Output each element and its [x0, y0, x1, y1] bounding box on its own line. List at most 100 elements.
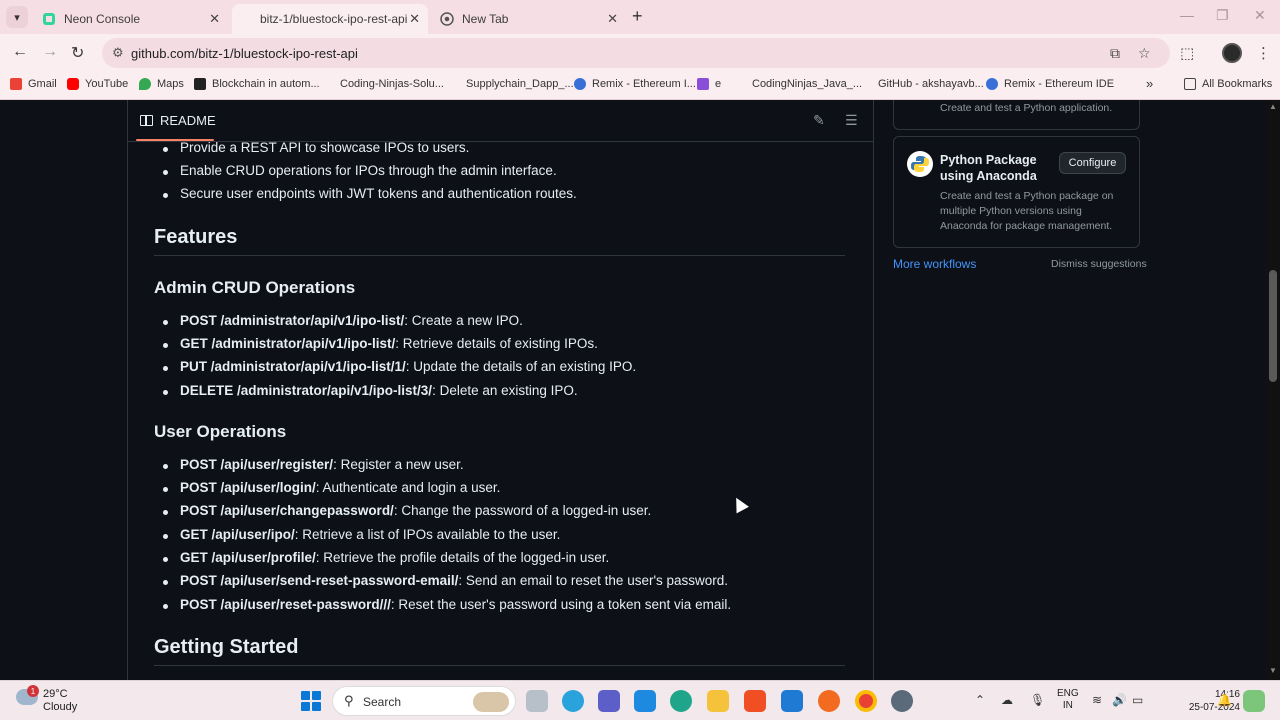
- bookmark-github[interactable]: GitHub - akshayavb...: [860, 78, 984, 90]
- profile-avatar[interactable]: [1222, 43, 1242, 63]
- extensions-icon[interactable]: ⬚: [1180, 44, 1194, 62]
- list-item: POST /api/user/login/: Authenticate and …: [162, 480, 501, 495]
- workflow-title: Python Package using Anaconda: [940, 153, 1037, 183]
- more-bookmarks-icon[interactable]: »: [1146, 76, 1153, 91]
- taskbar-search[interactable]: ⚲ Search: [332, 686, 516, 716]
- list-item: POST /api/user/reset-password///: Reset …: [162, 597, 732, 612]
- chrome-favicon-icon: [440, 12, 454, 26]
- volume-icon[interactable]: 🔊: [1112, 693, 1127, 707]
- battery-icon[interactable]: ▭: [1132, 693, 1143, 707]
- language-indicator[interactable]: ENG IN: [1057, 688, 1079, 712]
- teams-icon[interactable]: [598, 690, 620, 712]
- search-highlight-icon: [473, 692, 509, 712]
- install-app-icon[interactable]: ⧉: [1110, 45, 1120, 62]
- reload-icon[interactable]: ↻: [71, 43, 84, 63]
- settings-gear-icon[interactable]: [891, 690, 913, 712]
- maximize-icon[interactable]: ❐: [1216, 7, 1229, 24]
- readme-tab[interactable]: README: [140, 113, 216, 128]
- weather-condition[interactable]: Cloudy: [43, 701, 77, 713]
- telegram-icon[interactable]: [562, 690, 584, 712]
- chrome-icon[interactable]: [855, 690, 877, 712]
- list-item: GET /administrator/api/v1/ipo-list/: Ret…: [163, 336, 598, 351]
- bookmark-e[interactable]: e: [697, 78, 721, 90]
- close-tab-icon[interactable]: ✕: [409, 11, 420, 27]
- chevron-down-icon: ▾: [14, 11, 20, 24]
- tab-strip: ▾ Neon Console ✕ bitz-1/bluestock-ipo-re…: [0, 0, 1280, 34]
- postman-icon[interactable]: [818, 690, 840, 712]
- list-item: PUT /administrator/api/v1/ipo-list/1/: U…: [162, 359, 637, 374]
- bookmark-maps[interactable]: Maps: [139, 78, 184, 90]
- scroll-up-icon[interactable]: ▲: [1269, 102, 1277, 111]
- configure-button[interactable]: Configure: [1059, 152, 1126, 174]
- list-item: POST /api/user/send-reset-password-email…: [162, 573, 729, 588]
- python-logo-icon: [907, 151, 933, 177]
- purple-app-icon: [697, 78, 709, 90]
- close-tab-icon[interactable]: ✕: [607, 11, 618, 27]
- bookmark-youtube[interactable]: YouTube: [67, 78, 128, 90]
- youtube-icon: [67, 78, 79, 90]
- bookmark-gmail[interactable]: Gmail: [10, 78, 57, 90]
- onedrive-cloud-icon[interactable]: ☁: [1001, 693, 1013, 707]
- bookmark-coding-ninjas[interactable]: Coding-Ninjas-Solu...: [322, 78, 444, 90]
- address-bar[interactable]: ⚙ github.com/bitz-1/bluestock-ipo-rest-a…: [102, 38, 1170, 68]
- windows-start-icon[interactable]: [301, 691, 321, 711]
- all-bookmarks[interactable]: All Bookmarks: [1184, 78, 1272, 90]
- heading-divider: [154, 255, 845, 256]
- close-tab-icon[interactable]: ✕: [209, 11, 220, 27]
- search-label: Search: [363, 695, 402, 709]
- copilot-icon[interactable]: [1243, 690, 1265, 712]
- scroll-down-icon[interactable]: ▼: [1269, 666, 1277, 675]
- gmail-icon: [10, 78, 22, 90]
- tab-github-repo[interactable]: bitz-1/bluestock-ipo-rest-api ✕: [232, 4, 428, 34]
- forward-icon[interactable]: →: [42, 43, 58, 61]
- list-item: Provide a REST API to showcase IPOs to u…: [162, 140, 470, 155]
- dismiss-suggestions-link[interactable]: Dismiss suggestions: [1051, 258, 1147, 270]
- chevron-up-icon[interactable]: ⌃: [975, 693, 985, 707]
- wifi-icon[interactable]: ≋: [1092, 693, 1102, 707]
- bookmark-blockchain[interactable]: Blockchain in autom...: [194, 78, 320, 90]
- minimize-icon[interactable]: —: [1180, 7, 1194, 23]
- list-item: POST /administrator/api/v1/ipo-list/: Cr…: [163, 313, 523, 328]
- bookmark-remix-2[interactable]: Remix - Ethereum IDE: [986, 78, 1114, 90]
- weather-badge: 1: [27, 685, 39, 697]
- features-heading: Features: [154, 226, 238, 248]
- notification-bell-icon[interactable]: 🔔: [1217, 693, 1232, 707]
- bookmark-star-icon[interactable]: ☆: [1138, 45, 1151, 62]
- close-window-icon[interactable]: ✕: [1254, 7, 1266, 24]
- list-item: Secure user endpoints with JWT tokens an…: [163, 186, 577, 201]
- tab-new-tab[interactable]: New Tab ✕: [430, 4, 626, 34]
- brave-icon[interactable]: [744, 690, 766, 712]
- tab-search-button[interactable]: ▾: [6, 6, 28, 28]
- url-text[interactable]: github.com/bitz-1/bluestock-ipo-rest-api: [131, 46, 358, 61]
- edit-pencil-icon[interactable]: ✎: [813, 112, 825, 129]
- scroll-thumb[interactable]: [1269, 270, 1277, 382]
- page-scrollbar[interactable]: ▲ ▼: [1266, 100, 1280, 680]
- list-item: GET /api/user/profile/: Retrieve the pro…: [162, 550, 610, 565]
- tab-title: New Tab: [462, 12, 509, 26]
- vscode-icon[interactable]: [781, 690, 803, 712]
- file-explorer-icon[interactable]: [707, 690, 729, 712]
- list-item: DELETE /administrator/api/v1/ipo-list/3/…: [163, 383, 578, 398]
- workflow-description: Create and test a Python package on mult…: [940, 190, 1114, 232]
- remix-icon: [986, 78, 998, 90]
- bookmark-supplychain[interactable]: Supplychain_Dapp_...: [448, 78, 574, 90]
- site-info-icon[interactable]: ⚙: [112, 45, 124, 61]
- tab-neon-console[interactable]: Neon Console ✕: [32, 4, 228, 34]
- outline-list-icon[interactable]: ☰: [845, 112, 858, 129]
- bookmark-codingninjas-java[interactable]: CodingNinjas_Java_...: [734, 78, 862, 90]
- new-tab-icon[interactable]: +: [632, 6, 643, 27]
- more-workflows-link[interactable]: More workflows: [893, 257, 976, 271]
- mail-icon[interactable]: [634, 690, 656, 712]
- task-view-icon[interactable]: [526, 690, 548, 712]
- menu-kebab-icon[interactable]: ⋮: [1256, 44, 1271, 62]
- search-icon: ⚲: [344, 693, 354, 708]
- github-page: README ✎ ☰ Provide a REST API to showcas…: [0, 100, 1280, 680]
- back-icon[interactable]: ←: [12, 43, 28, 61]
- bookmark-remix-1[interactable]: Remix - Ethereum I...: [574, 78, 696, 90]
- readme-header: README ✎ ☰: [128, 100, 873, 142]
- weather-temperature[interactable]: 29°C: [43, 688, 68, 700]
- python-icon: [911, 156, 929, 172]
- book-icon: [140, 115, 153, 126]
- edge-icon[interactable]: [670, 690, 692, 712]
- microphone-icon[interactable]: 🎙: [1030, 693, 1045, 707]
